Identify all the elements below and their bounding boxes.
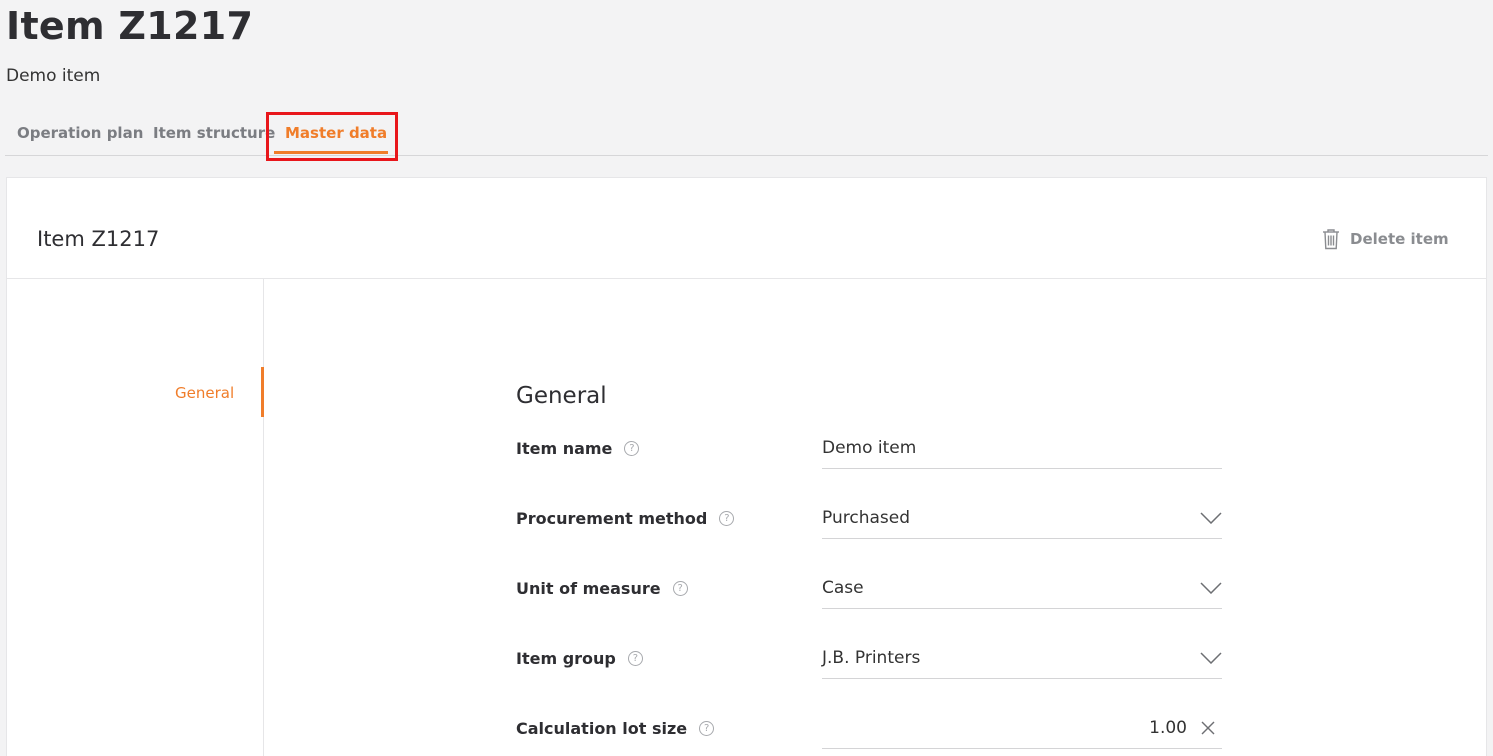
delete-item-button[interactable]: Delete item <box>1322 227 1449 251</box>
unit-of-measure-select[interactable]: Case <box>822 567 1222 609</box>
calculation-lot-size-value: 1.00 <box>1149 718 1187 738</box>
sidenav-divider <box>263 279 264 756</box>
highlight-annotation-box <box>266 112 398 161</box>
field-label-item-name: Item name ? <box>516 439 640 458</box>
tab-operation-plan[interactable]: Operation plan <box>17 124 143 142</box>
close-icon[interactable] <box>1201 721 1215 735</box>
item-group-select[interactable]: J.B. Printers <box>822 637 1222 679</box>
page-subtitle: Demo item <box>6 66 101 86</box>
item-name-value: Demo item <box>822 438 917 458</box>
card-title: Item Z1217 <box>37 227 160 251</box>
tab-item-structure[interactable]: Item structure <box>153 124 275 142</box>
field-label-text: Item group <box>516 649 616 668</box>
delete-item-label: Delete item <box>1350 230 1449 248</box>
field-label-procurement-method: Procurement method ? <box>516 509 735 528</box>
chevron-down-icon[interactable] <box>1200 511 1222 524</box>
item-group-value: J.B. Printers <box>822 648 921 668</box>
card-header: Item Z1217 Delete item <box>7 178 1486 279</box>
master-data-card: Item Z1217 Delete item General General I… <box>6 177 1487 756</box>
field-label-calculation-lot-size: Calculation lot size ? <box>516 719 715 738</box>
field-label-item-group: Item group ? <box>516 649 643 668</box>
item-name-input[interactable]: Demo item <box>822 427 1222 469</box>
sidenav-active-indicator <box>261 367 264 417</box>
question-circle-icon[interactable]: ? <box>719 511 735 526</box>
unit-of-measure-value: Case <box>822 578 864 598</box>
field-label-text: Unit of measure <box>516 579 661 598</box>
section-title: General <box>516 383 607 409</box>
field-label-text: Item name <box>516 439 613 458</box>
field-label-text: Calculation lot size <box>516 719 688 738</box>
page-title: Item Z1217 <box>6 4 254 48</box>
question-circle-icon[interactable]: ? <box>624 441 640 456</box>
question-circle-icon[interactable]: ? <box>672 581 688 596</box>
calculation-lot-size-input[interactable]: 1.00 <box>822 707 1222 749</box>
procurement-method-value: Purchased <box>822 508 910 528</box>
tab-bar: Operation plan Item structure Master dat… <box>5 114 1488 156</box>
trash-icon <box>1323 229 1339 250</box>
field-label-unit-of-measure: Unit of measure ? <box>516 579 688 598</box>
chevron-down-icon[interactable] <box>1200 651 1222 664</box>
field-label-text: Procurement method <box>516 509 708 528</box>
chevron-down-icon[interactable] <box>1200 581 1222 594</box>
procurement-method-select[interactable]: Purchased <box>822 497 1222 539</box>
sidenav-item-general[interactable]: General <box>175 384 234 402</box>
question-circle-icon[interactable]: ? <box>627 651 643 666</box>
question-circle-icon[interactable]: ? <box>699 721 715 736</box>
